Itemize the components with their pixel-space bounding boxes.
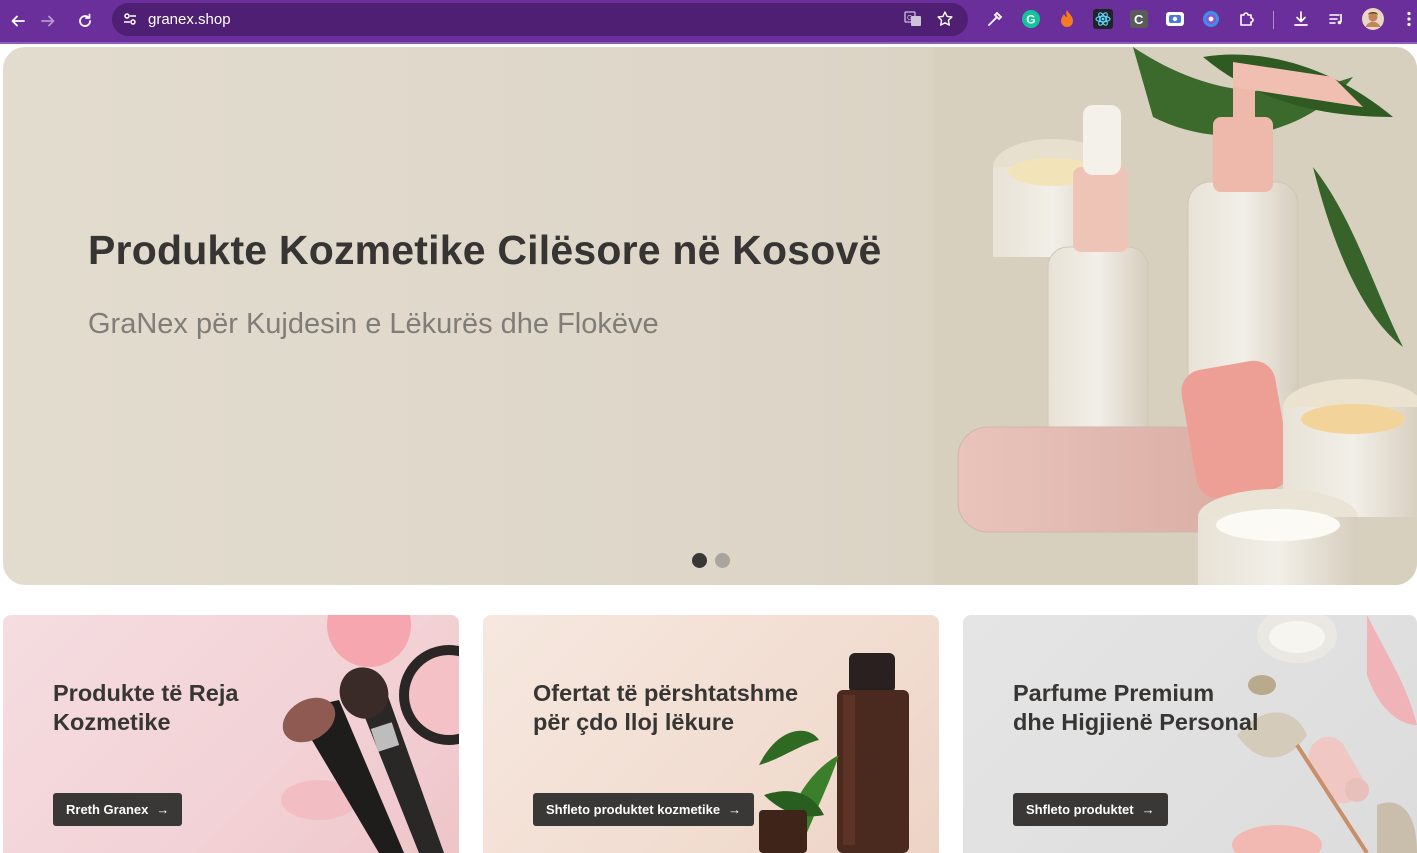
react-devtools-icon[interactable] [1093, 9, 1113, 29]
hero-cosmetics-image [933, 47, 1417, 585]
svg-text:G: G [1026, 13, 1035, 27]
profile-avatar[interactable] [1362, 8, 1384, 30]
browse-products-button[interactable]: Shfleto produktet → [1013, 793, 1168, 826]
card-title-line1: Ofertat të përshtatshme [533, 680, 799, 706]
hero-title: Produkte Kozmetike Cilësore në Kosovë [88, 227, 882, 273]
media-control-icon[interactable] [1327, 9, 1347, 29]
arrow-right-icon: → [156, 802, 170, 817]
card-title: Parfume Premium dhe Higjienë Personal [1013, 679, 1259, 737]
grammarly-icon[interactable]: G [1021, 9, 1041, 29]
screen-capture-icon[interactable] [1165, 9, 1185, 29]
card-title-line2: Kozmetike [53, 709, 171, 735]
translate-icon[interactable]: G [904, 10, 922, 33]
reload-button[interactable] [67, 3, 103, 39]
browser-toolbar: granex.shop G G C [0, 0, 1417, 42]
card-title: Produkte të Reja Kozmetike [53, 679, 238, 737]
fire-extension-icon[interactable] [1057, 9, 1077, 29]
about-granex-button[interactable]: Rreth Granex → [53, 793, 183, 826]
hero-subtitle: GraNex për Kujdesin e Lëkurës dhe Flokëv… [88, 308, 659, 340]
carousel-dot-2[interactable] [715, 553, 730, 568]
forward-arrow-icon [41, 15, 55, 27]
toolbar-separator [1273, 11, 1274, 29]
reload-icon [79, 13, 91, 27]
back-arrow-icon [11, 15, 25, 27]
url-text[interactable]: granex.shop [148, 11, 231, 28]
promo-card-skin-offers: Ofertat të përshtatshme për çdo lloj lëk… [483, 615, 939, 853]
download-icon[interactable] [1291, 9, 1311, 29]
circle-extension-icon[interactable] [1201, 9, 1221, 29]
eyedropper-icon[interactable] [985, 9, 1005, 29]
toolbar-divider [0, 42, 1417, 44]
browse-cosmetics-button[interactable]: Shfleto produktet kozmetike → [533, 793, 755, 826]
button-label: Shfleto produktet kozmetike [546, 802, 721, 817]
hero-banner: Produkte Kozmetike Cilësore në Kosovë Gr… [3, 47, 1417, 585]
c-extension-icon[interactable]: C [1129, 9, 1149, 29]
svg-text:C: C [1134, 12, 1144, 27]
puzzle-icon[interactable] [1237, 9, 1257, 29]
address-bar[interactable]: granex.shop G [112, 3, 968, 36]
button-label: Shfleto produktet [1026, 802, 1134, 817]
button-label: Rreth Granex [66, 802, 149, 817]
site-settings-icon[interactable] [122, 11, 138, 32]
carousel-indicators [692, 553, 730, 568]
forward-button[interactable] [30, 3, 66, 39]
carousel-dot-1[interactable] [692, 553, 707, 568]
card-title-line2: për çdo lloj lëkure [533, 709, 735, 735]
card-title: Ofertat të përshtatshme për çdo lloj lëk… [533, 679, 798, 737]
promo-card-new-cosmetics: Produkte të Reja Kozmetike Rreth Granex … [3, 615, 459, 853]
bookmark-star-icon[interactable] [936, 10, 954, 33]
card-title-line1: Produkte të Reja [53, 680, 239, 706]
more-menu-icon[interactable] [1399, 9, 1417, 29]
arrow-right-icon: → [1141, 802, 1155, 817]
card-title-line2: dhe Higjienë Personal [1013, 709, 1259, 735]
arrow-right-icon: → [728, 802, 742, 817]
card-title-line1: Parfume Premium [1013, 680, 1215, 706]
svg-text:G: G [907, 15, 912, 22]
promo-card-perfumes: Parfume Premium dhe Higjienë Personal Sh… [963, 615, 1417, 853]
